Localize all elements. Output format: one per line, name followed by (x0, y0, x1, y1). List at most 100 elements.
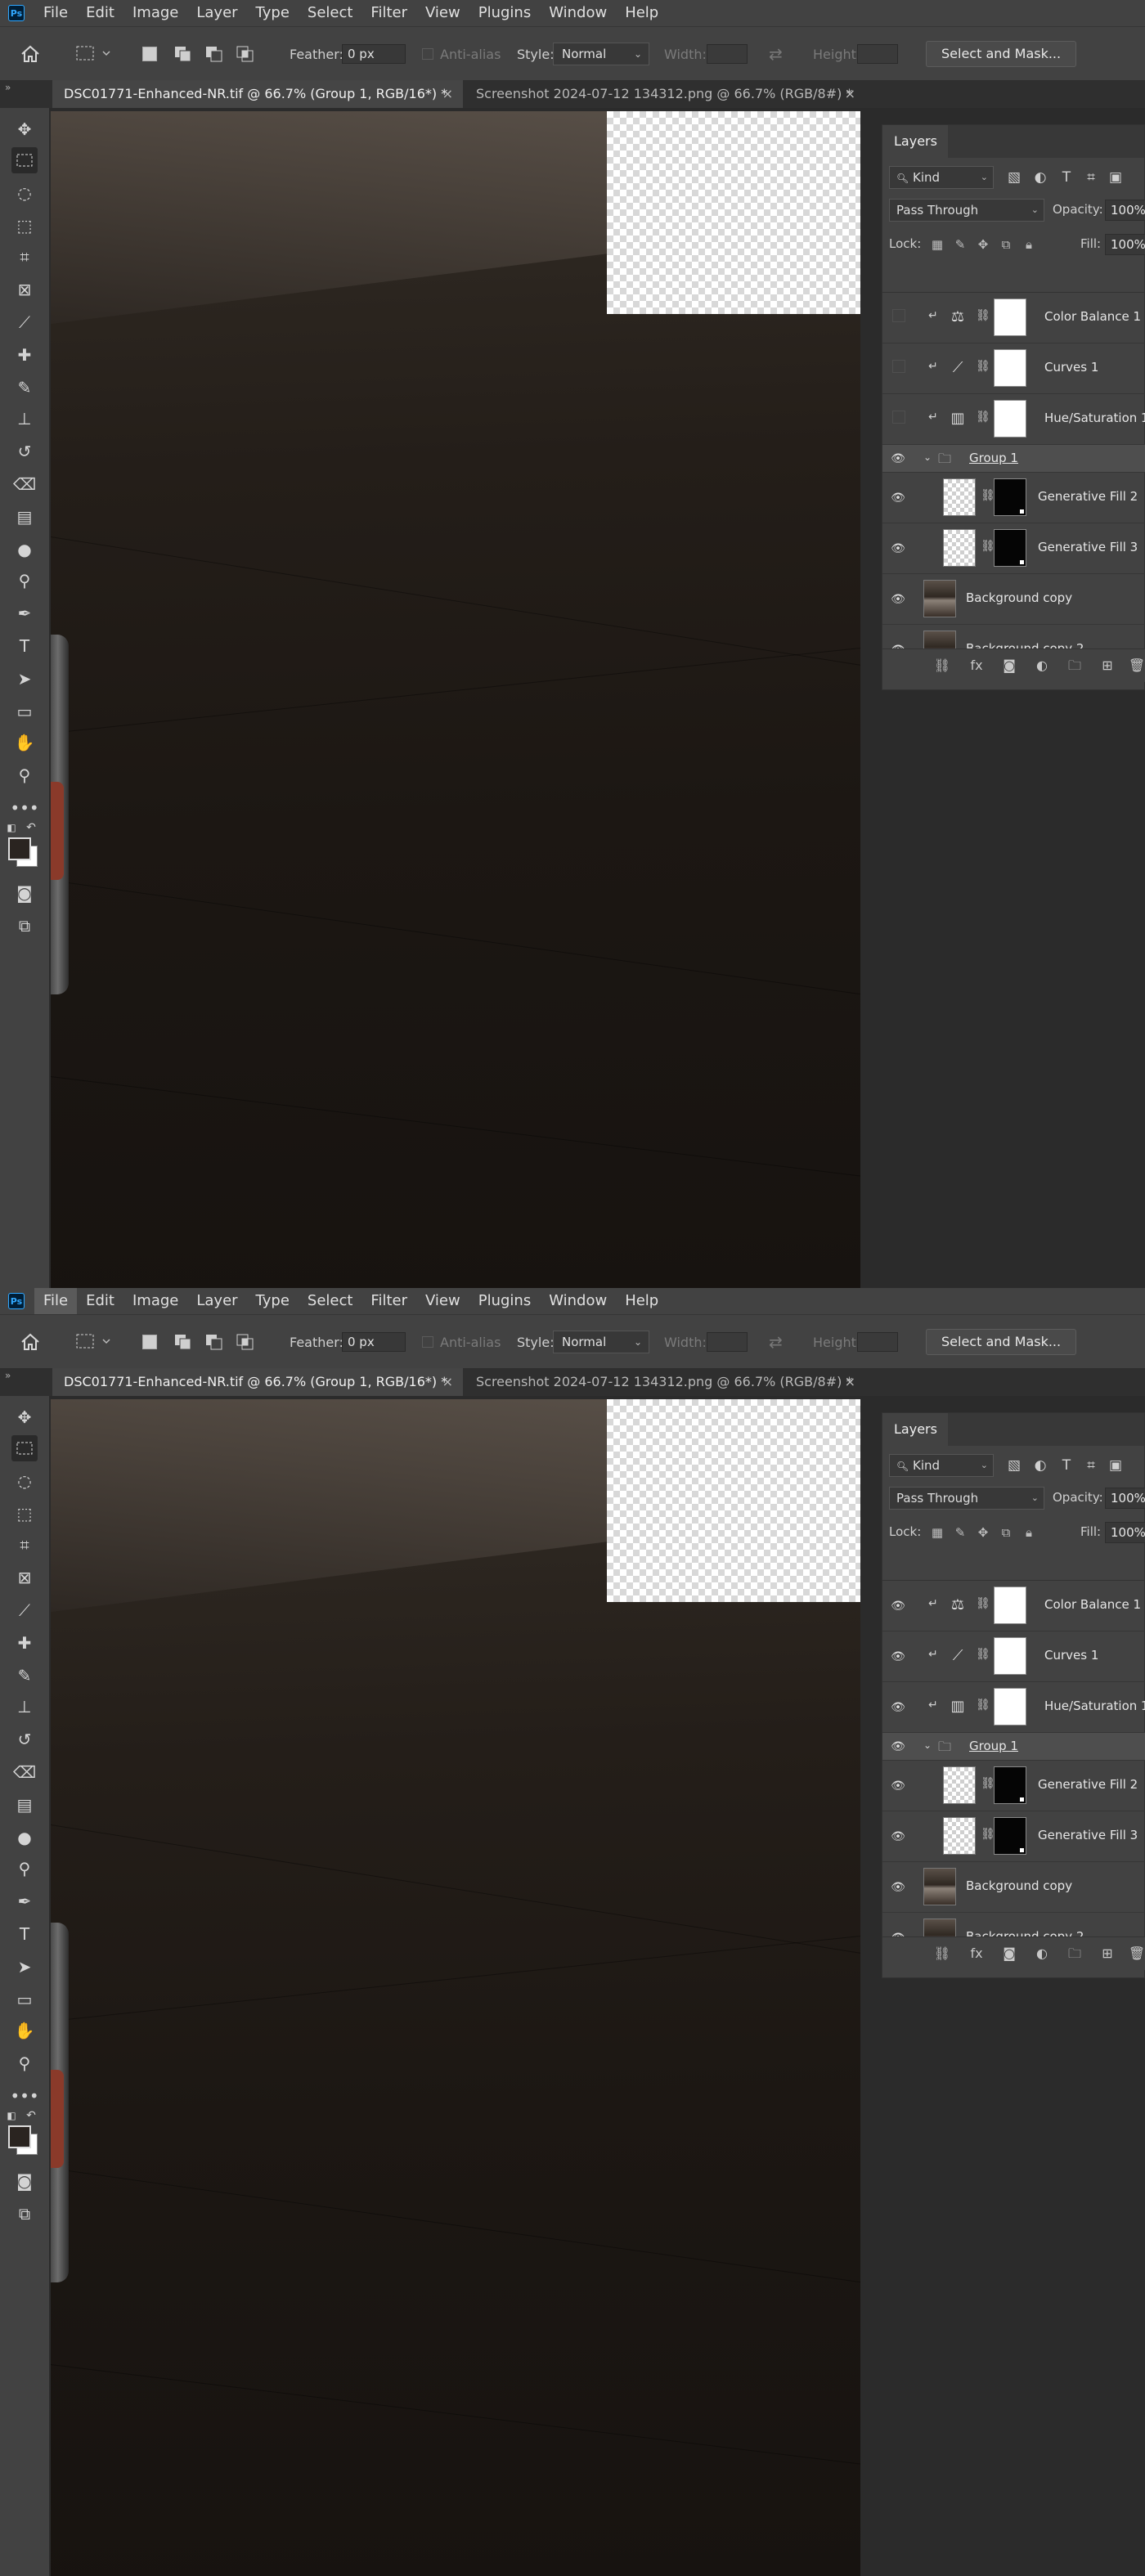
tab-screenshot[interactable]: Screenshot 2024-07-12 134312.png @ 66.7%… (465, 1368, 865, 1396)
kind-filter-select[interactable]: 🔍︎ Kind ⌄ (889, 166, 994, 189)
brush-tool-icon[interactable]: ✎ (11, 375, 38, 401)
brush-tool-icon[interactable]: ✎ (11, 1663, 38, 1689)
layer-mask-thumbnail[interactable] (994, 298, 1026, 336)
link-icon[interactable]: ⛓ (976, 309, 990, 322)
add-selection-icon[interactable] (173, 27, 193, 81)
intersect-selection-icon[interactable] (236, 27, 255, 81)
smart-object-filter-icon[interactable]: ▣ (1107, 168, 1125, 186)
menu-image[interactable]: Image (123, 1288, 187, 1314)
tab-dsc01771[interactable]: DSC01771-Enhanced-NR.tif @ 66.7% (Group … (52, 80, 463, 108)
quick-mask-icon[interactable]: ◙ (11, 880, 38, 906)
pen-tool-icon[interactable]: ✒ (11, 1888, 38, 1914)
menu-type[interactable]: Type (247, 1288, 299, 1314)
zoom-tool-icon[interactable]: ⚲ (11, 762, 38, 788)
layer-mask-thumbnail[interactable] (994, 349, 1026, 387)
lock-position-icon[interactable]: ✥ (974, 1524, 992, 1542)
new-selection-icon[interactable] (142, 27, 157, 81)
lock-all-icon[interactable]: 🔒︎ (1020, 1524, 1038, 1542)
menu-plugins[interactable]: Plugins (469, 1288, 540, 1314)
opacity-input[interactable]: 100% (1105, 200, 1145, 221)
close-icon[interactable]: × (845, 80, 855, 108)
shape-filter-icon[interactable]: ⌗ (1082, 1456, 1100, 1474)
add-mask-icon[interactable]: ◙ (1000, 1945, 1018, 1963)
add-selection-icon[interactable] (173, 1315, 193, 1369)
smart-object-filter-icon[interactable]: ▣ (1107, 1456, 1125, 1474)
eyedropper-tool-icon[interactable]: ⟋ (11, 1597, 38, 1623)
eye-icon[interactable]: 👁︎ (889, 540, 907, 558)
healing-brush-tool-icon[interactable]: ✚ (11, 342, 38, 368)
layer-mask-thumbnail[interactable] (994, 478, 1026, 516)
shape-filter-icon[interactable]: ⌗ (1082, 168, 1100, 186)
photoshop-logo-icon[interactable]: Ps (8, 1293, 25, 1309)
object-selection-tool-icon[interactable]: ⬚ (11, 213, 38, 239)
fill-input[interactable]: 100% (1105, 1522, 1145, 1543)
subtract-selection-icon[interactable] (204, 1315, 224, 1369)
close-icon[interactable]: × (442, 80, 453, 108)
style-select[interactable]: Normal ⌄ (553, 1331, 649, 1353)
layer-mask-thumbnail[interactable] (994, 1766, 1026, 1804)
menu-edit[interactable]: Edit (77, 1288, 123, 1314)
history-brush-tool-icon[interactable]: ↺ (11, 1726, 38, 1752)
marquee-preset-icon[interactable] (75, 27, 113, 81)
photoshop-logo-icon[interactable]: Ps (8, 5, 25, 21)
chevron-down-icon[interactable]: ⌄ (923, 451, 932, 463)
new-adjustment-icon[interactable]: ◐ (1033, 657, 1051, 675)
eraser-tool-icon[interactable]: ⌫ (11, 471, 38, 497)
layer-mask-thumbnail[interactable] (994, 529, 1026, 567)
zoom-tool-icon[interactable]: ⚲ (11, 2050, 38, 2076)
eye-icon[interactable]: 👁︎ (889, 489, 907, 507)
history-brush-tool-icon[interactable]: ↺ (11, 438, 38, 464)
layers-tab[interactable]: Layers (882, 125, 948, 158)
frame-tool-icon[interactable]: ⊠ (11, 1564, 38, 1591)
eye-icon[interactable]: 👁︎ (889, 590, 907, 608)
fill-input[interactable]: 100% (1105, 234, 1145, 255)
menu-help[interactable]: Help (616, 0, 667, 26)
layer-thumbnail[interactable] (943, 1766, 976, 1804)
quick-mask-icon[interactable]: ◙ (11, 2168, 38, 2194)
swap-colors-icon[interactable]: ↶ (25, 2109, 38, 2122)
menu-filter[interactable]: Filter (361, 0, 416, 26)
tab-dsc01771[interactable]: DSC01771-Enhanced-NR.tif @ 66.7% (Group … (52, 1368, 463, 1396)
link-icon[interactable]: ⛓ (976, 1648, 990, 1661)
layer-mask-thumbnail[interactable] (994, 1586, 1026, 1624)
add-mask-icon[interactable]: ◙ (1000, 657, 1018, 675)
layer-thumbnail[interactable] (923, 580, 956, 617)
pen-tool-icon[interactable]: ✒ (11, 600, 38, 626)
link-icon[interactable]: ⛓ (976, 411, 990, 424)
adjustment-filter-icon[interactable]: ◐ (1031, 168, 1049, 186)
close-icon[interactable]: × (845, 1368, 855, 1396)
pixel-filter-icon[interactable]: ▧ (1005, 1456, 1023, 1474)
home-icon[interactable] (20, 27, 41, 81)
blur-tool-icon[interactable]: ● (11, 536, 38, 563)
swap-dimensions-icon[interactable]: ⇄ (769, 27, 783, 81)
layer-generative-fill-3[interactable]: 👁︎ ⛓ Generative Fill 3 (882, 523, 1145, 574)
layer-background-copy-2[interactable]: 👁︎ Background copy 2 (882, 625, 1145, 651)
eyedropper-tool-icon[interactable]: ⟋ (11, 309, 38, 335)
more-tools-icon[interactable]: ••• (10, 2083, 38, 2109)
menu-type[interactable]: Type (247, 0, 299, 26)
menu-window[interactable]: Window (540, 1288, 616, 1314)
layer-mask-thumbnail[interactable] (994, 1688, 1026, 1726)
visibility-toggle[interactable] (892, 411, 905, 424)
more-tools-icon[interactable]: ••• (10, 795, 38, 821)
type-filter-icon[interactable]: T (1057, 1456, 1075, 1474)
link-layers-icon[interactable]: ⛓ (933, 1945, 951, 1963)
layer-thumbnail[interactable] (923, 1868, 956, 1905)
height-input[interactable] (857, 1332, 898, 1352)
layer-group-1[interactable]: 👁︎ ⌄ 🗀︎ Group 1 (882, 1733, 1145, 1761)
marquee-preset-icon[interactable] (75, 1315, 113, 1369)
hand-tool-icon[interactable]: ✋ (11, 729, 38, 756)
new-layer-icon[interactable]: ⊞ (1098, 657, 1116, 675)
eye-icon[interactable]: 👁︎ (889, 450, 907, 468)
menu-view[interactable]: View (416, 1288, 469, 1314)
select-and-mask-button[interactable]: Select and Mask... (926, 41, 1077, 67)
link-icon[interactable]: ⛓ (976, 360, 990, 373)
healing-brush-tool-icon[interactable]: ✚ (11, 1630, 38, 1656)
marquee-tool-icon[interactable] (11, 147, 38, 173)
menu-layer[interactable]: Layer (187, 1288, 246, 1314)
foreground-color-swatch[interactable] (8, 2125, 31, 2148)
move-tool-icon[interactable]: ✥ (11, 116, 38, 142)
screen-mode-icon[interactable]: ⧉ (11, 913, 38, 939)
layer-thumbnail[interactable] (943, 1817, 976, 1855)
eraser-tool-icon[interactable]: ⌫ (11, 1759, 38, 1785)
